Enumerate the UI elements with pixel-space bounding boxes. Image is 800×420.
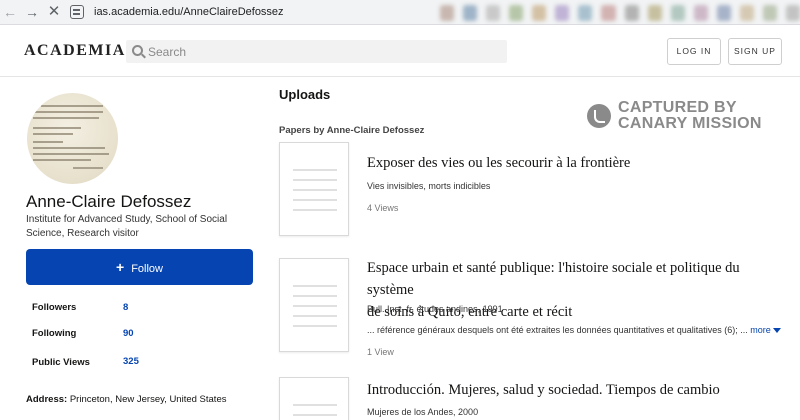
paper-snippet: ... référence généraux desquels ont été … — [367, 325, 781, 335]
followers-count[interactable]: 8 — [123, 302, 128, 313]
caret-down-icon — [772, 328, 781, 334]
academia-logo[interactable]: ACADEMIA — [24, 42, 126, 60]
follow-label: Follow — [131, 263, 163, 275]
paper-publication: Mujeres de los Andes, 2000 — [367, 407, 479, 417]
avatar-text-line — [41, 105, 103, 107]
following-label: Following — [32, 328, 77, 339]
blurred-extension-icon — [463, 4, 478, 21]
following-count[interactable]: 90 — [123, 328, 134, 339]
thumbnail-line — [293, 404, 337, 406]
profile-name: Anne-Claire Defossez — [26, 192, 192, 211]
avatar-text-line — [33, 147, 105, 149]
plus-icon: + — [116, 259, 125, 275]
thumbnail-line — [293, 414, 337, 416]
browser-toolbar: ← → ✕ ias.academia.edu/AnneClaireDefosse… — [0, 0, 800, 25]
canary-mission-watermark: CAPTURED BY CANARY MISSION — [587, 100, 762, 132]
thumbnail-line — [293, 199, 337, 201]
stop-loading-icon[interactable]: ✕ — [46, 4, 62, 20]
blurred-extension-icon — [486, 4, 501, 21]
public-views-label: Public Views — [32, 357, 90, 368]
site-header: ACADEMIA LOG IN SIGN UP — [0, 25, 800, 77]
paper-publication: Vies invisibles, morts indicibles — [367, 181, 491, 191]
paper-views: 1 View — [367, 347, 394, 357]
papers-by-heading: Papers by Anne-Claire Defossez — [279, 125, 425, 136]
avatar-text-line — [33, 141, 63, 143]
followers-label: Followers — [32, 302, 77, 313]
blurred-extension-icon — [693, 4, 708, 21]
thumbnail-line — [293, 305, 337, 307]
profile-address: Address: Princeton, New Jersey, United S… — [26, 394, 226, 405]
thumbnail-line — [293, 169, 337, 171]
signup-button[interactable]: SIGN UP — [728, 38, 782, 65]
watermark-line-2: CANARY MISSION — [618, 115, 762, 132]
paper-thumbnail[interactable] — [279, 142, 349, 236]
back-arrow-icon[interactable]: ← — [2, 4, 18, 20]
address-bar-url[interactable]: ias.academia.edu/AnneClaireDefossez — [94, 6, 284, 18]
thumbnail-line — [293, 209, 337, 211]
thumbnail-line — [293, 285, 337, 287]
avatar-text-line — [33, 117, 99, 119]
blurred-extension-icon — [578, 4, 593, 21]
blurred-extension-icon — [601, 4, 616, 21]
more-label: more — [750, 325, 771, 335]
blurred-extension-icon — [624, 4, 639, 21]
avatar-text-line — [33, 153, 109, 155]
snippet-text: ... référence généraux desquels ont été … — [367, 325, 748, 335]
thumbnail-line — [293, 179, 337, 181]
avatar-text-line — [33, 133, 73, 135]
watermark-text: CAPTURED BY CANARY MISSION — [618, 100, 762, 132]
search-icon — [132, 45, 143, 56]
follow-button[interactable]: + Follow — [26, 249, 253, 285]
canary-mission-logo-icon — [587, 104, 611, 128]
avatar-text-line — [33, 127, 81, 129]
search-input[interactable] — [148, 40, 503, 63]
blurred-extension-icon — [716, 4, 731, 21]
paper-thumbnail[interactable] — [279, 377, 349, 420]
site-info-icon[interactable] — [70, 5, 84, 19]
avatar-text-line — [33, 159, 91, 161]
paper-publication: Bull. Inst. fr. études andines, 1991 — [367, 304, 503, 314]
avatar-text-line — [73, 167, 103, 169]
thumbnail-line — [293, 315, 337, 317]
paper-title[interactable]: Introducción. Mujeres, salud y sociedad.… — [367, 379, 787, 401]
forward-arrow-icon[interactable]: → — [24, 4, 40, 20]
address-label: Address: — [26, 394, 68, 405]
avatar-text-line — [33, 111, 103, 113]
profile-affiliation[interactable]: Institute for Advanced Study, School of … — [26, 213, 261, 241]
blurred-extension-icon — [532, 4, 547, 21]
blurred-extension-icon — [555, 4, 570, 21]
blurred-extension-icon — [785, 4, 800, 21]
paper-thumbnail[interactable] — [279, 258, 349, 352]
blurred-extension-icon — [739, 4, 754, 21]
paper-views: 4 Views — [367, 203, 399, 213]
uploads-heading: Uploads — [279, 87, 331, 102]
watermark-line-1: CAPTURED BY — [618, 99, 737, 116]
blurred-extension-icon — [440, 4, 455, 21]
paper-title-line-1: Espace urbain et santé publique: l'histo… — [367, 260, 740, 298]
blurred-extension-icon — [647, 4, 662, 21]
blurred-extension-icon — [762, 4, 777, 21]
more-link[interactable]: more — [750, 325, 781, 335]
public-views-count: 325 — [123, 356, 139, 367]
address-value: Princeton, New Jersey, United States — [69, 394, 227, 405]
thumbnail-line — [293, 325, 337, 327]
thumbnail-line — [293, 295, 337, 297]
blurred-extension-icon — [509, 4, 524, 21]
paper-title[interactable]: Exposer des vies ou les secourir à la fr… — [367, 152, 787, 174]
search-box[interactable] — [126, 40, 507, 63]
profile-avatar — [27, 93, 118, 184]
login-button[interactable]: LOG IN — [667, 38, 721, 65]
blurred-extension-icon — [670, 4, 685, 21]
blurred-extensions-area — [440, 2, 800, 23]
thumbnail-line — [293, 189, 337, 191]
